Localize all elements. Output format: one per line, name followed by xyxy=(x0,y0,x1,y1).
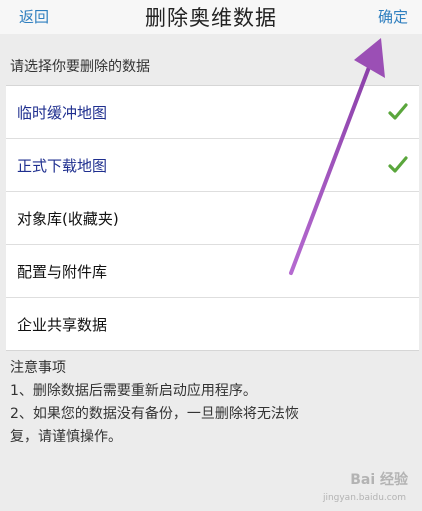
nav-bar: 返回 删除奥维数据 确定 xyxy=(0,0,422,34)
list-item-label: 企业共享数据 xyxy=(17,316,108,334)
note-line-2a: 2、如果您的数据没有备份，一旦删除将无法恢 xyxy=(10,406,299,422)
data-list: 临时缓冲地图 正式下载地图 对象库(收藏夹) 配置与附件库 企业共享数据 xyxy=(6,85,419,351)
notes-section: 注意事项 1、删除数据后需要重新启动应用程序。 2、如果您的数据没有备份，一旦删… xyxy=(10,357,410,449)
note-line-1: 1、删除数据后需要重新启动应用程序。 xyxy=(10,383,257,399)
list-item-label: 临时缓冲地图 xyxy=(17,104,108,122)
list-item-object-library[interactable]: 对象库(收藏夹) xyxy=(6,192,419,245)
section-label: 请选择你要删除的数据 xyxy=(10,59,150,75)
confirm-button[interactable]: 确定 xyxy=(378,6,408,27)
watermark-logo: Bai 经验 xyxy=(350,472,408,488)
note-line-2b: 复，请谨慎操作。 xyxy=(10,429,122,445)
list-item-official-download-map[interactable]: 正式下载地图 xyxy=(6,139,419,192)
watermark-url: jingyan.baidu.com xyxy=(322,493,406,503)
list-item-config-attachments[interactable]: 配置与附件库 xyxy=(6,245,419,298)
list-item-enterprise-shared-data[interactable]: 企业共享数据 xyxy=(6,298,419,350)
notes-title: 注意事项 xyxy=(10,360,66,376)
list-item-temp-cache-map[interactable]: 临时缓冲地图 xyxy=(6,86,419,139)
checkmark-icon xyxy=(388,103,408,120)
checkmark-icon xyxy=(388,156,408,173)
page-title: 删除奥维数据 xyxy=(145,6,277,30)
list-item-label: 对象库(收藏夹) xyxy=(17,210,119,228)
list-item-label: 正式下载地图 xyxy=(17,157,108,175)
list-item-label: 配置与附件库 xyxy=(17,263,108,281)
